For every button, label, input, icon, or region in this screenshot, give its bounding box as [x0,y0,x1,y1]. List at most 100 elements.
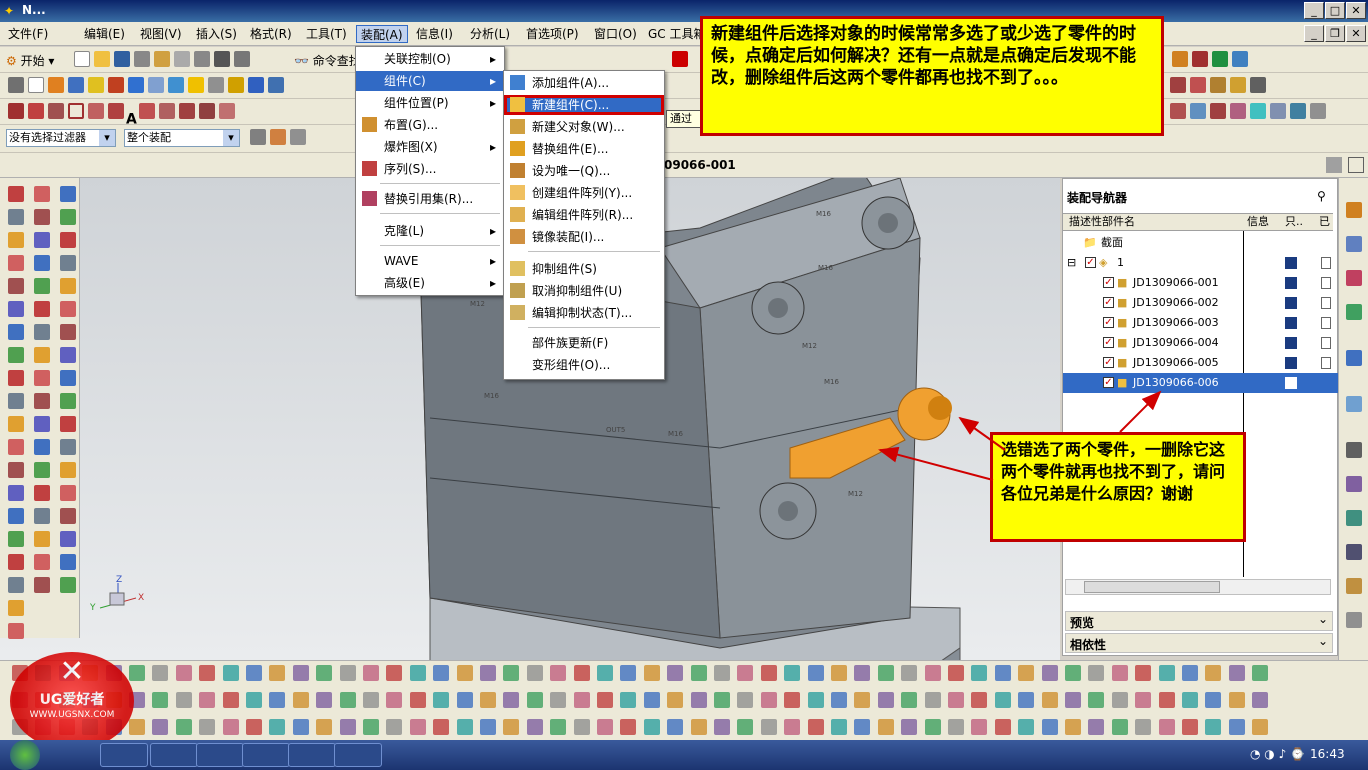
bottom-tool-icon[interactable] [363,665,379,681]
bottom-tool-icon[interactable] [503,719,520,735]
bottom-tool-icon[interactable] [152,719,169,735]
bottom-tool-icon[interactable] [597,719,613,735]
bottom-tool-icon[interactable] [667,665,684,681]
bottom-tool-icon[interactable] [269,665,286,681]
bottom-tool-icon[interactable] [994,692,1011,708]
bottom-tool-icon[interactable] [386,665,403,681]
bottom-tool-icon[interactable] [901,719,918,735]
bottom-tool-icon[interactable] [1041,665,1058,681]
bottom-tool-icon[interactable] [550,719,567,735]
bottom-tool-icon[interactable] [737,692,754,708]
bottom-tool-icon[interactable] [1088,692,1105,708]
bottom-tool-icon[interactable] [246,665,262,681]
bottom-tool-icon[interactable] [1205,665,1222,681]
bottom-tool-icon[interactable] [1182,692,1198,708]
bottom-tool-icon[interactable] [690,719,707,735]
clock[interactable]: 16:43 [1310,747,1345,761]
bottom-tool-icon[interactable] [456,719,473,735]
bottom-tool-icon[interactable] [667,692,684,708]
bottom-tool-icon[interactable] [714,719,730,735]
bottom-tool-icon[interactable] [1205,692,1222,708]
bottom-tool-icon[interactable] [1065,665,1081,681]
bottom-tool-icon[interactable] [901,665,918,681]
bottom-tool-icon[interactable] [199,692,216,708]
bottom-tool-icon[interactable] [1018,692,1035,708]
bottom-tool-icon[interactable] [526,719,543,735]
bottom-tool-icon[interactable] [597,665,613,681]
bottom-tool-icon[interactable] [1182,665,1198,681]
bottom-tool-icon[interactable] [433,692,450,708]
bottom-tool-icon[interactable] [409,692,426,708]
bottom-tool-icon[interactable] [386,719,403,735]
bottom-tool-icon[interactable] [1111,665,1128,681]
bottom-tool-icon[interactable] [503,692,520,708]
bottom-tool-icon[interactable] [222,665,239,681]
bottom-tool-icon[interactable] [643,692,660,708]
bottom-tool-icon[interactable] [573,665,590,681]
bottom-tool-icon[interactable] [1111,692,1128,708]
taskbar-app[interactable] [334,743,382,767]
bottom-tool-icon[interactable] [433,719,450,735]
bottom-tool-icon[interactable] [1228,665,1245,681]
bottom-tool-icon[interactable] [714,665,730,681]
bottom-tool-icon[interactable] [620,719,637,735]
bottom-tool-icon[interactable] [807,692,824,708]
bottom-tool-icon[interactable] [292,665,309,681]
taskbar-app[interactable] [242,743,290,767]
bottom-tool-icon[interactable] [1018,665,1035,681]
bottom-tool-icon[interactable] [292,692,309,708]
bottom-tool-icon[interactable] [246,692,262,708]
bottom-tool-icon[interactable] [292,719,309,735]
bottom-tool-icon[interactable] [714,692,730,708]
bottom-tool-icon[interactable] [175,665,192,681]
bottom-tool-icon[interactable] [386,692,403,708]
bottom-tool-icon[interactable] [550,692,567,708]
bottom-tool-icon[interactable] [760,719,777,735]
bottom-tool-icon[interactable] [316,719,333,735]
bottom-tool-icon[interactable] [456,665,473,681]
bottom-tool-icon[interactable] [1135,719,1152,735]
bottom-tool-icon[interactable] [760,665,777,681]
bottom-tool-icon[interactable] [1065,692,1081,708]
bottom-tool-icon[interactable] [222,719,239,735]
bottom-tool-icon[interactable] [971,665,988,681]
bottom-tool-icon[interactable] [199,665,216,681]
bottom-tool-icon[interactable] [948,719,964,735]
bottom-tool-icon[interactable] [222,692,239,708]
bottom-tool-icon[interactable] [620,692,637,708]
bottom-tool-icon[interactable] [175,719,192,735]
bottom-tool-icon[interactable] [363,719,379,735]
taskbar-app[interactable] [100,743,148,767]
taskbar-app[interactable] [288,743,336,767]
bottom-tool-icon[interactable] [550,665,567,681]
bottom-tool-icon[interactable] [760,692,777,708]
bottom-tool-icon[interactable] [877,692,894,708]
bottom-tool-icon[interactable] [269,719,286,735]
bottom-tool-icon[interactable] [1041,692,1058,708]
bottom-tool-icon[interactable] [1018,719,1035,735]
bottom-tool-icon[interactable] [1088,719,1105,735]
bottom-tool-icon[interactable] [690,692,707,708]
bottom-tool-icon[interactable] [175,692,192,708]
bottom-tool-icon[interactable] [948,692,964,708]
bottom-tool-icon[interactable] [339,665,356,681]
bottom-tool-icon[interactable] [316,665,333,681]
bottom-tool-icon[interactable] [480,665,496,681]
bottom-tool-icon[interactable] [433,665,450,681]
bottom-tool-icon[interactable] [339,719,356,735]
bottom-tool-icon[interactable] [1228,692,1245,708]
bottom-tool-icon[interactable] [924,665,941,681]
bottom-tool-icon[interactable] [854,719,871,735]
bottom-tool-icon[interactable] [1111,719,1128,735]
bottom-tool-icon[interactable] [1252,692,1269,708]
bottom-tool-icon[interactable] [877,719,894,735]
bottom-tool-icon[interactable] [503,665,520,681]
bottom-tool-icon[interactable] [409,665,426,681]
bottom-tool-icon[interactable] [1158,719,1175,735]
bottom-tool-icon[interactable] [1135,692,1152,708]
bottom-tool-icon[interactable] [1158,665,1175,681]
bottom-tool-icon[interactable] [948,665,964,681]
bottom-tool-icon[interactable] [924,692,941,708]
bottom-tool-icon[interactable] [456,692,473,708]
bottom-tool-icon[interactable] [1065,719,1081,735]
